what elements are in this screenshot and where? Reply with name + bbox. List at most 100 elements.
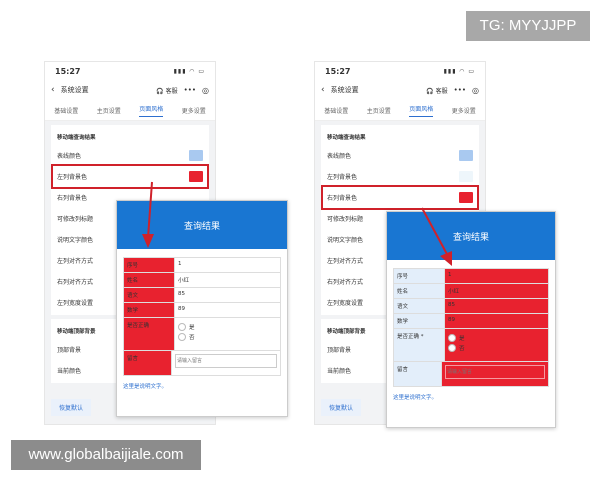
arrow-icon [421,207,452,266]
radio-label: 是 [459,336,465,342]
field-value: 小红 [174,273,280,287]
status-icons: ▮▮▮ ◠ ▭ [443,67,475,75]
radio-yes[interactable]: 是 [178,323,277,331]
color-swatch[interactable] [459,192,473,203]
radio-circle-icon[interactable] [178,333,186,341]
back-icon[interactable]: ‹ [321,85,325,95]
status-bar: 15:27 ▮▮▮ ◠ ▭ [45,62,215,80]
color-swatch[interactable] [459,171,473,182]
target-icon[interactable]: ◎ [202,86,209,95]
field-label: 序号 [124,258,174,272]
field-value: 1 [444,269,548,283]
row-label: 右列对齐方式 [327,279,364,286]
field-value: 1 [174,258,280,272]
row-left-bg[interactable]: 左列背景色 [51,164,209,189]
field-label: 姓名 [124,273,174,287]
note-text: 这里是说明文字。 [123,384,168,390]
row-right-bg[interactable]: 右列背景色 [321,185,479,210]
support-button[interactable]: 🎧 客服 [426,86,447,95]
tab-home[interactable]: 主页设置 [97,106,121,115]
color-swatch[interactable] [459,150,473,161]
field-value: 89 [174,303,280,317]
radio-label: 否 [459,346,465,352]
section-title: 移动端查询结果 [327,135,366,141]
row-label: 当前颜色 [57,368,82,375]
radio-no[interactable]: 否 [448,344,545,352]
field-label: 姓名 [394,284,444,298]
field-label: 是否正确 * [394,329,444,361]
row-label: 左列背景色 [57,174,88,181]
row-left-bg[interactable]: 左列背景色 [327,166,473,187]
more-icon[interactable]: ••• [454,86,466,94]
arrow-icon [142,181,154,248]
result-modal-right: 查询结果 序号1 姓名小红 语文85 数学89 是否正确 * 是否 留言 这里是… [386,211,556,428]
field-label: 数学 [124,303,174,317]
tab-more[interactable]: 更多设置 [182,106,206,115]
radio-yes[interactable]: 是 [448,334,545,342]
page-title: 系统设置 [60,86,89,94]
reset-button[interactable]: 恢复默认 [321,399,362,416]
row-label: 左列宽度设置 [57,300,94,307]
field-value: 85 [444,299,548,313]
tab-home[interactable]: 主页设置 [367,106,391,115]
field-label: 是否正确 [124,318,174,350]
field-value: 85 [174,288,280,302]
field-label: 语文 [394,299,444,313]
more-icon[interactable]: ••• [184,86,196,94]
nav-bar: ‹ 系统设置 🎧 客服 ••• ◎ [315,80,485,100]
tab-style[interactable]: 页面风格 [139,104,164,117]
field-value: 小红 [444,284,548,298]
row-label: 表线颜色 [327,153,352,160]
row-label: 右列对齐方式 [57,279,94,286]
reset-button[interactable]: 恢复默认 [51,399,92,416]
status-time: 15:27 [55,66,81,76]
tab-style[interactable]: 页面风格 [409,104,434,117]
site-watermark: www.globalbaijiale.com [11,440,201,470]
tab-more[interactable]: 更多设置 [452,106,476,115]
tab-bar: 基础设置 主页设置 页面风格 更多设置 [45,100,215,121]
support-button[interactable]: 🎧 客服 [156,86,177,95]
color-swatch[interactable] [189,150,203,161]
radio-circle-icon[interactable] [448,344,456,352]
row-label: 顶部背景 [327,347,352,354]
field-label: 语文 [124,288,174,302]
radio-circle-icon[interactable] [178,323,186,331]
tg-watermark: TG: MYYJJPP [466,11,590,41]
row-line-color[interactable]: 表线颜色 [57,145,203,166]
radio-circle-icon[interactable] [448,334,456,342]
row-label: 左列宽度设置 [327,300,364,307]
result-table: 序号 1 姓名 小红 语文 85 数学 89 是否正确 * 是否 留言 [393,268,549,387]
radio-label: 是 [189,325,195,331]
field-label: 留言 [124,351,171,375]
section-title: 移动端查询结果 [57,135,96,141]
row-label: 当前颜色 [327,368,352,375]
field-label: 留言 [394,362,441,386]
note-text: 这里是说明文字。 [393,395,438,401]
status-icons: ▮▮▮ ◠ ▭ [173,67,205,75]
modal-title: 查询结果 [387,212,555,260]
field-label: 序号 [394,269,444,283]
radio-no[interactable]: 否 [178,333,277,341]
field-value: 89 [444,314,548,328]
field-label: 数学 [394,314,444,328]
status-bar: 15:27 ▮▮▮ ◠ ▭ [315,62,485,80]
row-label: 表线颜色 [57,153,82,160]
row-label: 左列对齐方式 [327,258,364,265]
row-label: 左列背景色 [327,174,358,181]
target-icon[interactable]: ◎ [472,86,479,95]
tab-basic[interactable]: 基础设置 [54,106,78,115]
row-label: 说明文字颜色 [327,237,364,244]
color-swatch[interactable] [189,171,203,182]
row-label: 可修改列标题 [327,216,364,223]
row-line-color[interactable]: 表线颜色 [327,145,473,166]
tab-basic[interactable]: 基础设置 [324,106,348,115]
row-label: 右列背景色 [57,195,88,202]
result-table: 序号 1 姓名 小红 语文 85 数学 89 是否正确 是否 留言 [123,257,281,376]
row-label: 可修改列标题 [57,216,94,223]
row-label: 右列背景色 [327,195,358,202]
back-icon[interactable]: ‹ [51,85,55,95]
comment-input[interactable] [175,354,277,368]
comment-input[interactable] [445,365,545,379]
row-label: 顶部背景 [57,347,82,354]
status-time: 15:27 [325,66,351,76]
